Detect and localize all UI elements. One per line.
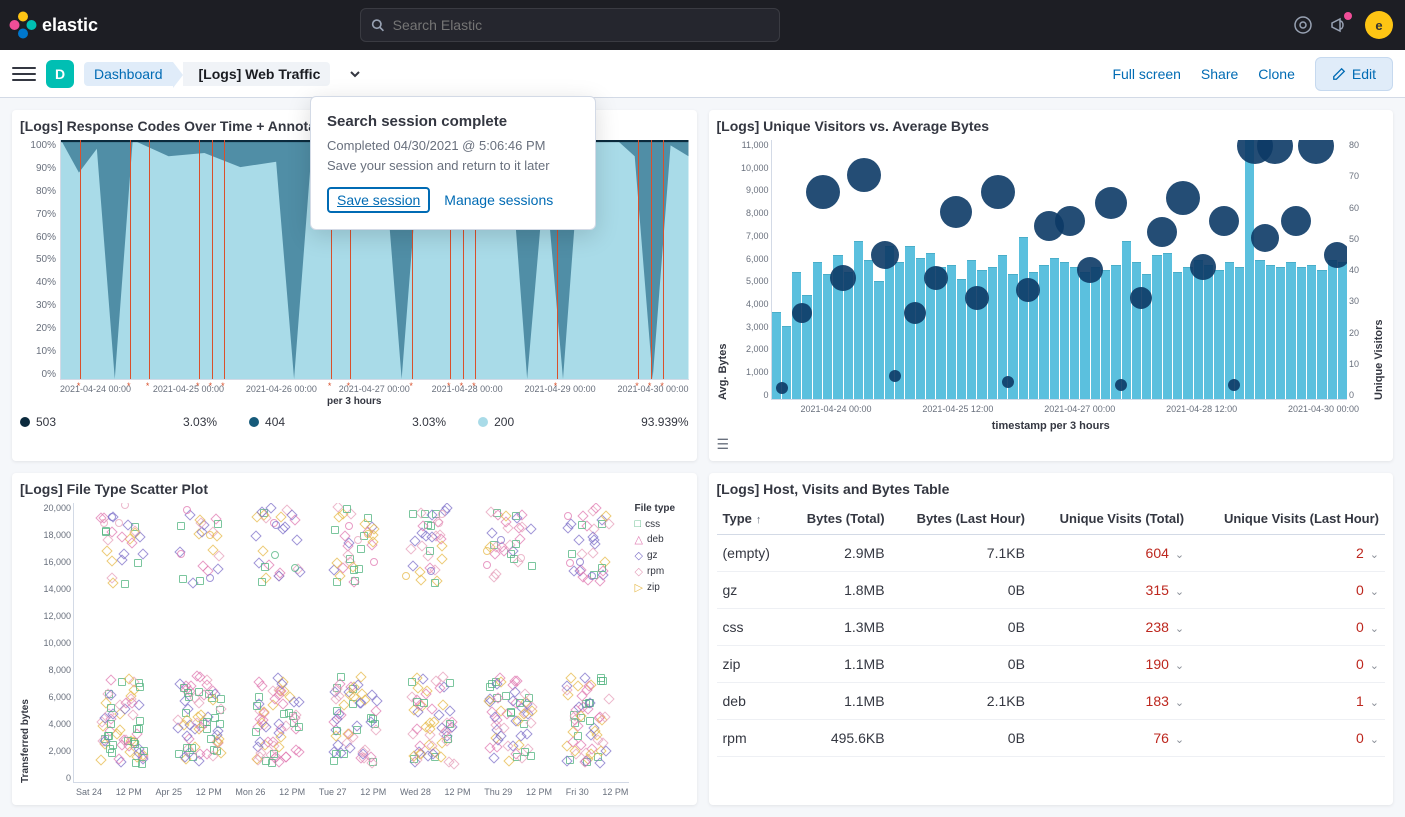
global-search[interactable]	[360, 8, 780, 42]
save-session-button[interactable]: Save session	[327, 187, 430, 213]
page-actions: Full screen Share Clone Edit	[1112, 57, 1393, 91]
breadcrumb-current: [Logs] Web Traffic	[183, 62, 331, 86]
col-type[interactable]: Type↑	[717, 503, 786, 535]
legend-dot-404	[249, 417, 259, 427]
legend-value: 93.939%	[641, 415, 688, 429]
y-axis: 20,00018,00016,00014,00012,00010,0008,00…	[31, 503, 73, 783]
data-table: Type↑ Bytes (Total) Bytes (Last Hour) Un…	[717, 503, 1386, 757]
popover-title: Search session complete	[327, 113, 579, 130]
col-bytes-hour[interactable]: Bytes (Last Hour)	[891, 503, 1031, 535]
legend-label[interactable]: 200	[494, 415, 514, 429]
chart-body	[73, 503, 629, 783]
elastic-logo-icon	[7, 9, 38, 40]
brand-text: elastic	[42, 15, 98, 36]
fullscreen-button[interactable]: Full screen	[1112, 66, 1180, 82]
table-row[interactable]: gz1.8MB0B315⌄0⌄	[717, 572, 1386, 609]
x-axis: Sat 2412 PMApr 2512 PMMon 2612 PMTue 271…	[76, 787, 629, 797]
col-visits-total[interactable]: Unique Visits (Total)	[1031, 503, 1190, 535]
panel-unique-visitors: [Logs] Unique Visitors vs. Average Bytes…	[709, 110, 1394, 461]
legend-dot-503	[20, 417, 30, 427]
user-avatar[interactable]: e	[1365, 11, 1393, 39]
col-visits-hour[interactable]: Unique Visits (Last Hour)	[1190, 503, 1385, 535]
clone-button[interactable]: Clone	[1258, 66, 1295, 82]
elastic-logo[interactable]: elastic	[12, 14, 98, 36]
global-header: elastic e	[0, 0, 1405, 50]
table-row[interactable]: (empty)2.9MB7.1KB604⌄2⌄	[717, 535, 1386, 572]
legend-item-rpm[interactable]: ◇rpm	[635, 565, 689, 578]
search-icon	[371, 18, 384, 32]
panel-title: [Logs] Unique Visitors vs. Average Bytes	[717, 118, 1386, 134]
legend-toggle-icon[interactable]: ☰	[717, 436, 1386, 453]
popover-description: Save your session and return to it later	[327, 156, 579, 176]
legend-item-gz[interactable]: ◇gz	[635, 549, 689, 562]
pencil-icon	[1332, 67, 1346, 81]
table-row[interactable]: zip1.1MB0B190⌄0⌄	[717, 646, 1386, 683]
col-bytes-total[interactable]: Bytes (Total)	[786, 503, 891, 535]
table-row[interactable]: deb1.1MB2.1KB183⌄1⌄	[717, 683, 1386, 720]
help-icon[interactable]	[1293, 15, 1313, 35]
y-axis-right-label: Unique Visitors	[1373, 140, 1385, 400]
unique-visitors-chart[interactable]: Avg. Bytes 11,00010,0009,0008,0007,0006,…	[717, 140, 1386, 400]
session-popover: Search session complete Completed 04/30/…	[310, 96, 596, 230]
scatter-chart[interactable]: Transferred bytes 20,00018,00016,00014,0…	[20, 503, 689, 783]
legend-label[interactable]: 503	[36, 415, 56, 429]
nav-menu-icon[interactable]	[12, 62, 36, 86]
y-axis-left-label: Avg. Bytes	[717, 140, 729, 400]
table-row[interactable]: rpm495.6KB0B76⌄0⌄	[717, 720, 1386, 757]
news-icon[interactable]	[1329, 15, 1349, 35]
x-axis-label: per 3 hours	[20, 396, 689, 407]
breadcrumb-root[interactable]: Dashboard	[84, 62, 173, 86]
legend: 503 3.03% 404 3.03% 200 93.939%	[20, 415, 689, 429]
panel-title: [Logs] File Type Scatter Plot	[20, 481, 689, 497]
search-input[interactable]	[393, 17, 770, 33]
table-row[interactable]: css1.3MB0B238⌄0⌄	[717, 609, 1386, 646]
popover-completed: Completed 04/30/2021 @ 5:06:46 PM	[327, 136, 579, 156]
notification-badge	[1344, 12, 1352, 20]
panel-scatter: [Logs] File Type Scatter Plot Transferre…	[12, 473, 697, 805]
legend-dot-200	[478, 417, 488, 427]
manage-sessions-link[interactable]: Manage sessions	[444, 192, 553, 208]
share-button[interactable]: Share	[1201, 66, 1238, 82]
legend-item-css[interactable]: □css	[635, 518, 689, 530]
y-axis-left: 11,00010,0009,0008,0007,0006,0005,0004,0…	[729, 140, 771, 400]
x-axis: 2021-04-24 00:002021-04-25 00:002021-04-…	[20, 380, 689, 394]
panel-table: [Logs] Host, Visits and Bytes Table Type…	[709, 473, 1394, 805]
dashboard-grid: [Logs] Response Codes Over Time + Annota…	[0, 98, 1405, 817]
chart-body	[771, 140, 1348, 400]
y-axis-right: 80706050403020100	[1347, 140, 1373, 400]
header-actions: e	[1293, 11, 1393, 39]
legend-value: 3.03%	[183, 415, 217, 429]
legend-label[interactable]: 404	[265, 415, 285, 429]
y-axis-label: Transferred bytes	[20, 503, 31, 783]
page-header: D Dashboard [Logs] Web Traffic Search se…	[0, 50, 1405, 98]
legend-item-deb[interactable]: △deb	[635, 533, 689, 546]
chevron-down-icon[interactable]	[346, 65, 364, 83]
scatter-legend: File type □css△deb◇gz◇rpm▷zip	[629, 503, 689, 783]
x-axis-label: timestamp per 3 hours	[717, 420, 1386, 432]
sort-asc-icon: ↑	[756, 514, 762, 526]
panel-title: [Logs] Host, Visits and Bytes Table	[717, 481, 1386, 497]
edit-button[interactable]: Edit	[1315, 57, 1393, 91]
y-axis: 100%90%80%70%60%50%40%30%20%10%0%	[20, 140, 60, 380]
legend-item-zip[interactable]: ▷zip	[635, 581, 689, 594]
x-axis: 2021-04-24 00:002021-04-25 12:002021-04-…	[801, 404, 1360, 414]
app-badge[interactable]: D	[46, 60, 74, 88]
legend-value: 3.03%	[412, 415, 446, 429]
